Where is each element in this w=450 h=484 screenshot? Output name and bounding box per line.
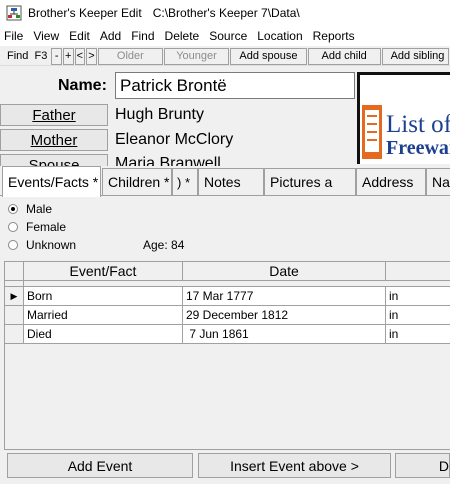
father-button-label: Father [32,106,76,124]
add-event-button[interactable]: Add Event [7,453,193,478]
mother-button-label: Mother [30,131,78,149]
name-label: Name: [58,77,107,94]
gender-male-option[interactable]: Male [8,202,52,216]
unknown-radio[interactable] [8,240,18,250]
add-spouse-button[interactable]: Add spouse [230,47,307,65]
place-cell[interactable]: in [386,287,450,306]
header-date[interactable]: Date [183,262,386,281]
events-table: Event/Fact Date ▶ Born 17 Mar 1777 in Ma… [4,261,450,450]
mother-button[interactable]: Mother [0,129,108,151]
tab-pictures[interactable]: Pictures a [264,168,356,195]
date-cell[interactable]: 7 Jun 1861 [183,325,386,344]
tab-events-facts[interactable]: Events/Facts * [2,166,101,197]
tab-strip: Events/Facts * Children * ) * Notes Pict… [0,166,450,197]
tab-address[interactable]: Address [356,168,426,195]
title-bar: Brother's Keeper Edit C:\Brother's Keepe… [0,0,450,26]
age-text: Age: 84 [143,238,185,252]
menu-find[interactable]: Find [126,26,159,46]
tab-names[interactable]: Na [426,168,450,195]
toolbar: Find F3 - + < > Older Younger Add spouse… [0,47,450,66]
tab-notes[interactable]: Notes [198,168,264,195]
spouse-button[interactable]: Spouse [0,154,108,166]
table-row[interactable]: Died 7 Jun 1861 in [5,325,450,344]
event-cell[interactable]: Born [24,287,183,306]
event-cell[interactable]: Died [24,325,183,344]
name-field[interactable] [115,72,355,99]
next-button[interactable]: > [86,47,97,65]
add-sibling-button[interactable]: Add sibling [381,47,449,65]
event-cell[interactable]: Married [24,306,183,325]
find-shortcut-label[interactable]: Find F3 [0,50,51,62]
spouse-button-label: Spouse [28,156,80,167]
older-button[interactable]: Older [97,47,163,65]
table-row[interactable]: Married 29 December 1812 in [5,306,450,325]
gender-unknown-option[interactable]: Unknown [8,238,76,252]
menu-add[interactable]: Add [95,26,126,46]
date-cell[interactable]: 17 Mar 1777 [183,287,386,306]
mother-name: Eleanor McClory [115,131,234,148]
header-indicator [5,262,24,281]
row-indicator [5,325,24,344]
menu-edit[interactable]: Edit [64,26,95,46]
current-row-marker-icon: ▶ [5,287,24,306]
window-path: C:\Brother's Keeper 7\Data\ [152,6,300,20]
window-title: Brother's Keeper Edit [28,6,142,20]
menu-view[interactable]: View [28,26,64,46]
younger-button[interactable]: Younger [163,47,230,65]
spouse-name: Maria Branwell [115,155,221,166]
tab-hidden-label: ) * [177,174,190,190]
male-radio[interactable] [8,204,18,214]
spouse-row-clip: Spouse Maria Branwell [0,154,357,166]
menu-file[interactable]: File [0,26,28,46]
table-header: Event/Fact Date [5,262,450,281]
unknown-label: Unknown [26,238,77,252]
family-tree-app-icon [6,5,22,21]
delete-event-button[interactable]: D [395,453,450,478]
father-button[interactable]: Father [0,104,108,126]
menu-source[interactable]: Source [204,26,252,46]
female-radio[interactable] [8,222,18,232]
person-photo[interactable]: List of Freeware [357,72,450,164]
menu-reports[interactable]: Reports [308,26,360,46]
date-cell[interactable]: 29 December 1812 [183,306,386,325]
photo-caption-line1: List of [386,111,450,138]
tab-children[interactable]: Children * [102,168,172,195]
tab-hidden[interactable]: ) * [172,168,198,195]
header-place[interactable] [386,262,450,281]
female-label: Female [26,220,67,234]
add-child-button[interactable]: Add child [307,47,381,65]
plus-button[interactable]: + [62,47,74,65]
minus-button[interactable]: - [51,47,62,65]
menu-bar: File View Edit Add Find Delete Source Lo… [0,26,450,46]
menu-location[interactable]: Location [252,26,307,46]
photo-caption-line2: Freeware [386,137,450,159]
menu-delete[interactable]: Delete [160,26,205,46]
place-cell[interactable]: in [386,325,450,344]
place-cell[interactable]: in [386,306,450,325]
previous-button[interactable]: < [74,47,86,65]
insert-event-above-button[interactable]: Insert Event above > [198,453,391,478]
header-event-fact[interactable]: Event/Fact [24,262,183,281]
gender-female-option[interactable]: Female [8,220,66,234]
row-indicator [5,306,24,325]
father-name: Hugh Brunty [115,106,204,123]
table-row[interactable]: ▶ Born 17 Mar 1777 in [5,287,450,306]
male-label: Male [26,202,53,216]
